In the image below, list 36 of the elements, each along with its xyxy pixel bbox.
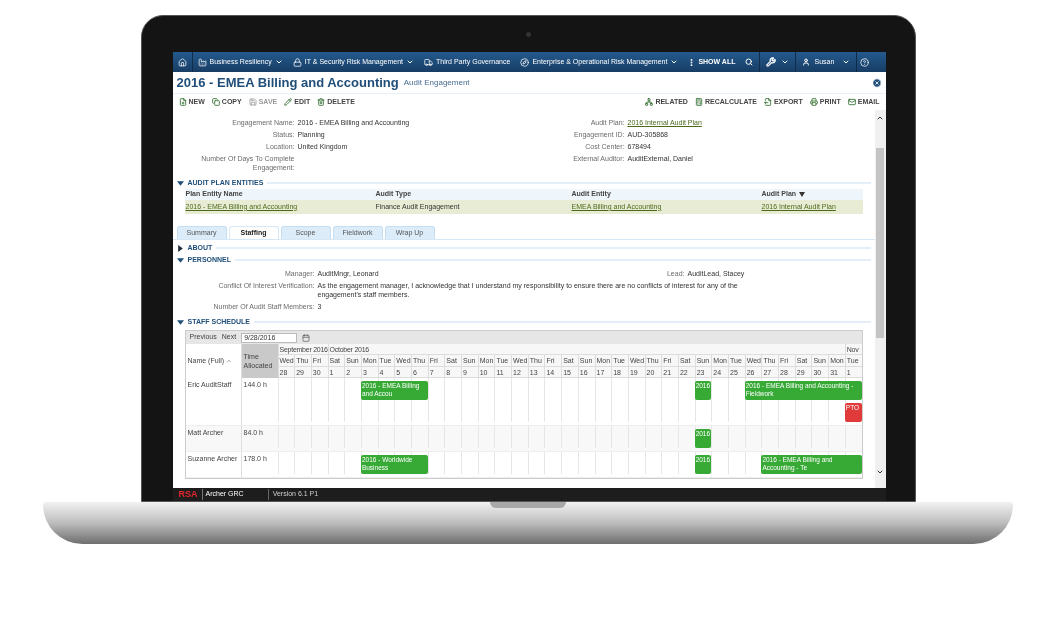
compass-icon xyxy=(520,57,530,67)
scrollbar[interactable] xyxy=(874,110,886,488)
camera-icon xyxy=(525,32,531,37)
tools-icon xyxy=(766,57,777,67)
expanded-triangle-icon[interactable] xyxy=(176,256,184,264)
copy-icon xyxy=(211,98,220,106)
factory-icon xyxy=(197,57,207,67)
caret-icon xyxy=(842,58,851,66)
scroll-down-icon[interactable] xyxy=(876,468,884,476)
scroll-up-icon[interactable] xyxy=(876,114,884,122)
calendar-icon[interactable] xyxy=(302,333,311,342)
sort-ascending-icon xyxy=(226,358,233,364)
expanded-triangle-icon[interactable] xyxy=(176,179,184,187)
record-type: Audit Engagement xyxy=(403,76,470,89)
logo: RSA xyxy=(178,490,198,499)
hierarchy-icon xyxy=(645,98,654,106)
help-icon xyxy=(860,57,870,67)
new-file-icon xyxy=(178,98,187,106)
close-icon[interactable] xyxy=(871,77,882,88)
user-icon xyxy=(802,58,811,66)
trash-icon xyxy=(317,98,326,106)
search-icon xyxy=(745,58,754,66)
expanded-triangle-icon[interactable] xyxy=(176,318,184,326)
export-icon xyxy=(763,98,772,106)
truck-icon xyxy=(424,57,434,67)
record-title: 2016 - EMEA Billing and Accounting xyxy=(176,73,399,92)
save-icon xyxy=(248,98,257,106)
print-icon xyxy=(809,98,818,106)
caret-icon xyxy=(781,58,790,66)
pencil-icon xyxy=(284,98,293,106)
calculator-icon xyxy=(694,98,703,106)
scrollbar-thumb[interactable] xyxy=(876,148,884,338)
home-icon xyxy=(177,57,187,67)
mail-icon xyxy=(847,98,856,106)
lock-icon xyxy=(292,57,302,67)
collapsed-triangle-icon[interactable] xyxy=(176,244,184,252)
